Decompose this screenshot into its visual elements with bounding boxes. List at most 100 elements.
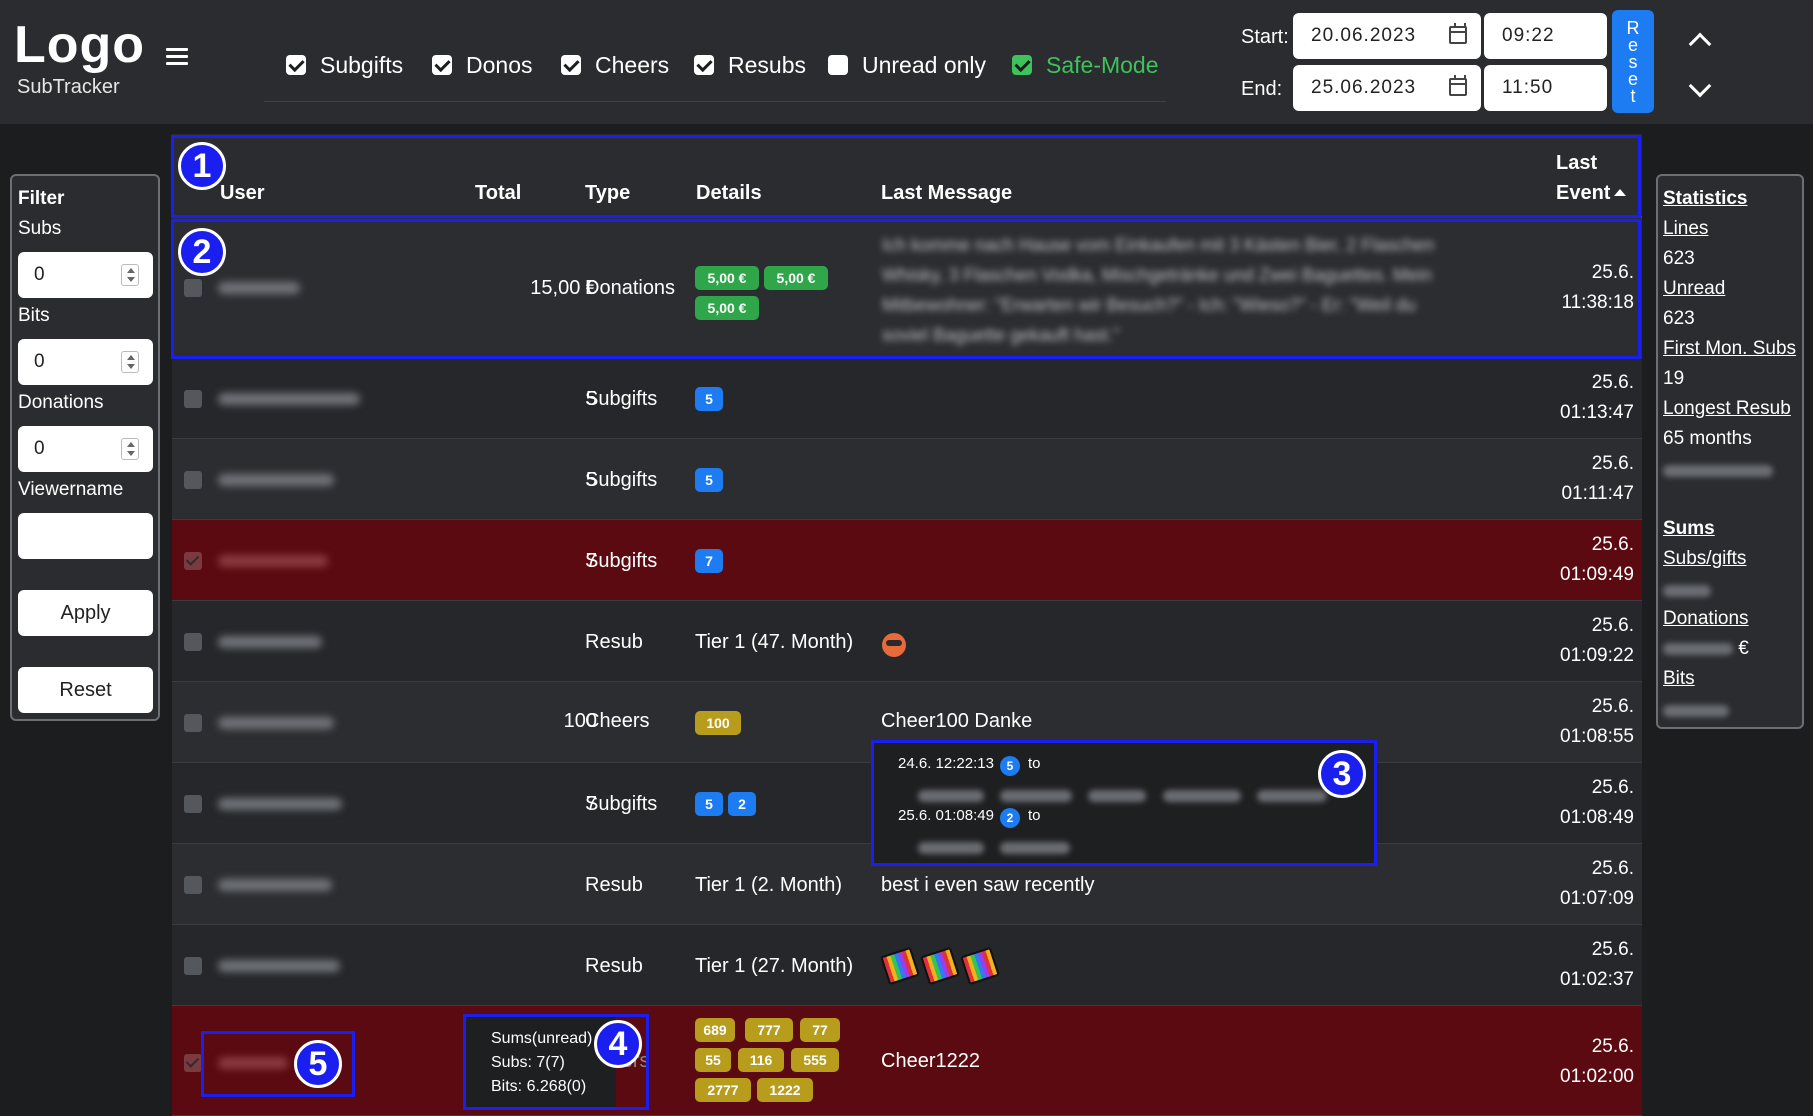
row-checkbox[interactable] xyxy=(184,552,202,570)
chevron-down-icon[interactable] xyxy=(1688,74,1712,98)
row-checkbox[interactable] xyxy=(184,633,202,651)
last-event-cell: 25.6. 01:02:00 xyxy=(1560,1032,1634,1092)
table-row[interactable]: Resub Tier 1 (27. Month) 25.6. 01:02:37 xyxy=(172,925,1642,1006)
app-logo: Logo xyxy=(14,16,146,74)
event-time: 01:13:47 xyxy=(1560,402,1634,423)
table-row[interactable]: Resub Tier 1 (47. Month) 25.6. 01:09:22 xyxy=(172,601,1642,682)
start-date-input[interactable]: 20.06.2023 xyxy=(1293,13,1481,59)
type-cell: Subgifts xyxy=(585,388,658,410)
toggle-label: Unread only xyxy=(862,51,987,78)
reset-letter: t xyxy=(1630,86,1636,106)
event-time: 01:08:49 xyxy=(1560,807,1634,828)
subs-label: Subs xyxy=(18,218,62,239)
app-subtitle: SubTracker xyxy=(17,76,120,98)
date-reset-button[interactable]: Reset xyxy=(1612,10,1654,113)
type-cell: Cheers xyxy=(585,710,650,732)
toggle-subgifts[interactable]: Subgifts xyxy=(286,50,403,80)
toggle-safe-mode[interactable]: Safe-Mode xyxy=(1012,50,1159,80)
row-checkbox[interactable] xyxy=(184,714,202,732)
start-time-input[interactable]: 09:22 xyxy=(1484,13,1607,59)
table-row[interactable]: Cheers 689 777 77 55 116 555 2777 1222 C… xyxy=(172,1006,1642,1116)
start-time-value: 09:22 xyxy=(1502,25,1555,46)
last-event-cell: 25.6. 01:02:37 xyxy=(1560,935,1634,995)
row-checkbox[interactable] xyxy=(184,795,202,813)
gift-count-badge[interactable]: 5 xyxy=(695,387,723,411)
lines-value: 623 xyxy=(1663,248,1695,269)
checkbox-icon[interactable] xyxy=(432,55,452,75)
filter-reset-button[interactable]: Reset xyxy=(18,667,153,713)
event-date: 25.6. xyxy=(1591,696,1634,717)
last-event-cell: 25.6. 01:13:47 xyxy=(1560,368,1634,428)
event-time: 01:11:47 xyxy=(1561,483,1634,504)
checkbox-icon[interactable] xyxy=(1012,55,1032,75)
first-mon-subs-label[interactable]: First Mon. Subs xyxy=(1663,338,1796,360)
row-checkbox[interactable] xyxy=(184,471,202,489)
subs-gifts-label[interactable]: Subs/gifts xyxy=(1663,548,1746,570)
row-checkbox[interactable] xyxy=(184,957,202,975)
checkbox-icon[interactable] xyxy=(694,55,714,75)
gift-count-badge[interactable]: 5 xyxy=(695,792,723,816)
checkbox-icon[interactable] xyxy=(828,55,848,75)
subs-input[interactable]: 0 xyxy=(18,252,153,298)
annotation-box-header xyxy=(171,135,1641,218)
details-cell: Tier 1 (2. Month) xyxy=(695,874,843,896)
chevron-up-icon[interactable] xyxy=(1688,32,1712,56)
emote-icon xyxy=(960,946,1000,986)
annotation-marker: 5 xyxy=(294,1040,342,1088)
checkbox-icon[interactable] xyxy=(561,55,581,75)
username-blurred xyxy=(218,474,334,486)
username-blurred xyxy=(218,393,360,405)
hamburger-menu-icon[interactable] xyxy=(166,48,188,66)
end-date-input[interactable]: 25.06.2023 xyxy=(1293,65,1481,111)
gift-count-badge[interactable]: 7 xyxy=(695,549,723,573)
donations-input-value: 0 xyxy=(34,438,45,459)
cheer-badge: 77 xyxy=(800,1018,840,1042)
toggle-donos[interactable]: Donos xyxy=(432,50,532,80)
annotation-marker: 2 xyxy=(178,228,226,276)
spinner-icon[interactable] xyxy=(121,351,139,373)
toggle-unread-only[interactable]: Unread only xyxy=(828,50,986,80)
calendar-icon[interactable] xyxy=(1449,75,1467,96)
table-row[interactable]: 5 Subgifts 5 25.6. 01:13:47 xyxy=(172,358,1642,439)
row-checkbox[interactable] xyxy=(184,876,202,894)
gift-count-badge[interactable]: 2 xyxy=(728,792,756,816)
emote-icon xyxy=(882,633,906,657)
event-type-toggles: Subgifts Donos Cheers Resubs Unread only… xyxy=(264,36,1166,102)
donations-input[interactable]: 0 xyxy=(18,426,153,472)
table-row[interactable]: 5 Subgifts 5 25.6. 01:11:47 xyxy=(172,439,1642,520)
toggle-label: Resubs xyxy=(728,51,806,78)
event-date: 25.6. xyxy=(1591,939,1634,960)
emote-icon xyxy=(880,946,920,986)
toggle-resubs[interactable]: Resubs xyxy=(694,50,806,80)
details-cell: Tier 1 (47. Month) xyxy=(695,631,854,653)
lines-label[interactable]: Lines xyxy=(1663,218,1708,240)
table-row[interactable]: 7 Subgifts 7 25.6. 01:09:49 xyxy=(172,520,1642,601)
bits-input[interactable]: 0 xyxy=(18,339,153,385)
row-checkbox[interactable] xyxy=(184,390,202,408)
end-label: End: xyxy=(1241,78,1283,100)
event-date: 25.6. xyxy=(1591,372,1634,393)
toggle-label: Safe-Mode xyxy=(1046,51,1159,78)
bits-sum-label[interactable]: Bits xyxy=(1663,668,1695,690)
toggle-cheers[interactable]: Cheers xyxy=(561,50,669,80)
currency-symbol: € xyxy=(1738,638,1749,659)
last-event-cell: 25.6. 01:08:49 xyxy=(1560,773,1634,833)
unread-label[interactable]: Unread xyxy=(1663,278,1725,300)
cheer-badge: 2777 xyxy=(695,1078,751,1102)
longest-resub-label[interactable]: Longest Resub xyxy=(1663,398,1791,420)
spinner-icon[interactable] xyxy=(121,264,139,286)
spinner-icon[interactable] xyxy=(121,438,139,460)
gift-count-badge[interactable]: 5 xyxy=(695,468,723,492)
username-blurred xyxy=(218,960,340,972)
donations-sum-label[interactable]: Donations xyxy=(1663,608,1749,630)
calendar-icon[interactable] xyxy=(1449,23,1467,44)
checkbox-icon[interactable] xyxy=(286,55,306,75)
event-time: 01:09:49 xyxy=(1560,564,1634,585)
row-checkbox[interactable] xyxy=(184,1054,202,1072)
bits-input-value: 0 xyxy=(34,351,45,372)
apply-button[interactable]: Apply xyxy=(18,590,153,636)
end-time-input[interactable]: 11:50 xyxy=(1484,65,1607,111)
toggle-label: Subgifts xyxy=(320,51,404,78)
bits-sum-value xyxy=(1663,700,1729,722)
viewername-input[interactable] xyxy=(18,513,153,559)
